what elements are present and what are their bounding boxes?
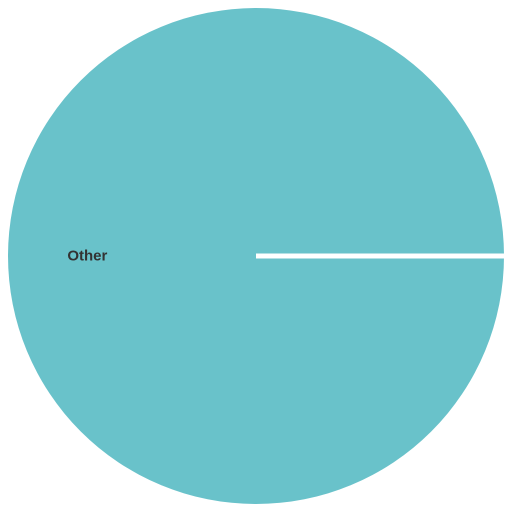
pie-labels: Other [67,248,107,265]
pie-chart-svg: Other [8,8,506,504]
slice-label: Other [67,248,107,265]
pie-chart: Other [0,0,512,512]
